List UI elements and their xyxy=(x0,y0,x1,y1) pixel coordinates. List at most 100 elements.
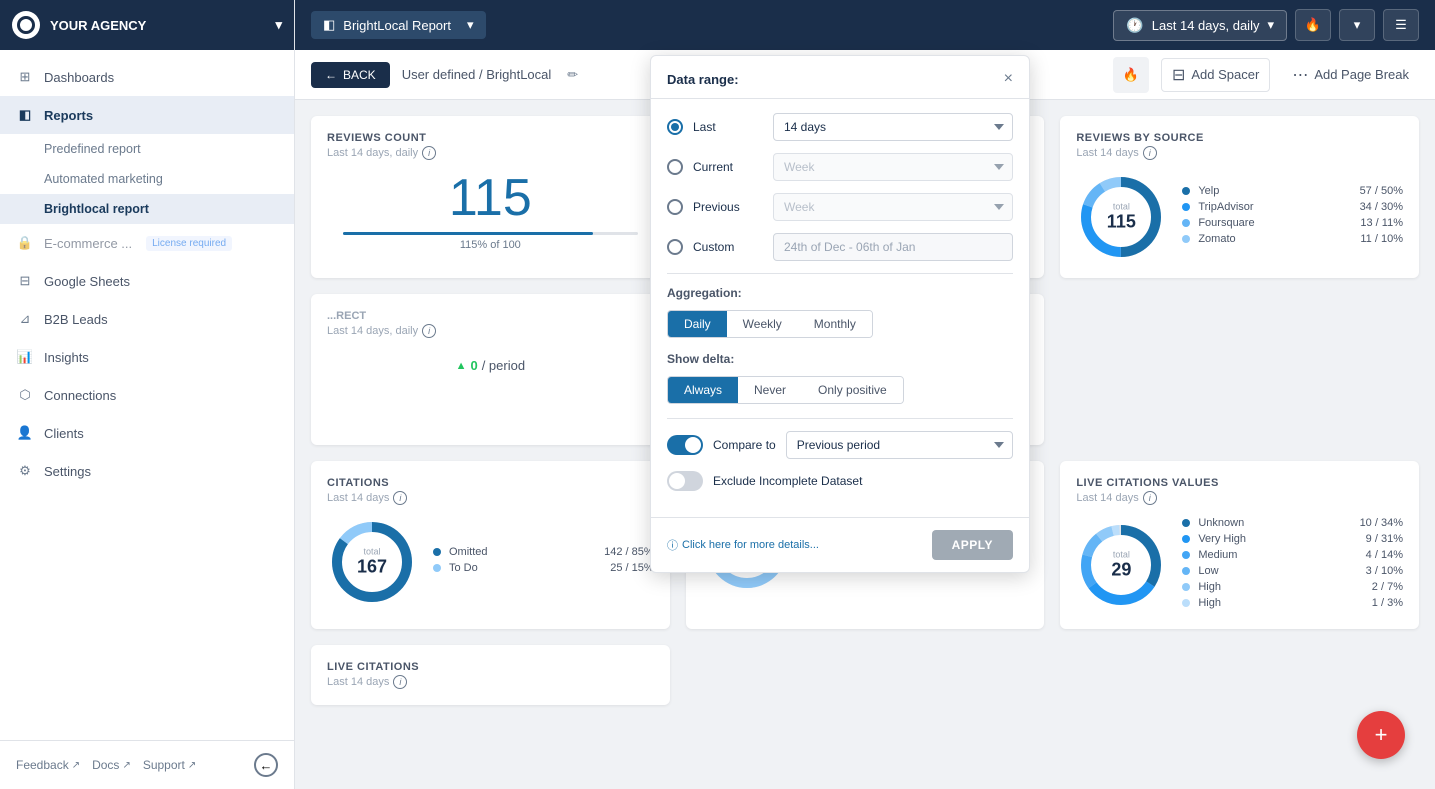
add-page-break-button[interactable]: ⋯ Add Page Break xyxy=(1282,59,1419,91)
external-link-icon: ↗ xyxy=(188,760,196,771)
sidebar-item-label: Connections xyxy=(44,388,116,403)
current-radio[interactable] xyxy=(667,159,683,175)
last-radio[interactable] xyxy=(667,119,683,135)
chevron-down-icon: ▾ xyxy=(467,17,474,33)
info-icon[interactable]: i xyxy=(422,146,436,160)
daily-button[interactable]: Daily xyxy=(668,311,727,337)
back-button[interactable]: ← BACK xyxy=(311,62,390,88)
last-value-select[interactable]: 14 days 7 days 30 days xyxy=(773,113,1013,141)
sidebar-item-connections[interactable]: ⬡ Connections xyxy=(0,376,294,414)
aggregation-toggle-group: Daily Weekly Monthly xyxy=(667,310,873,338)
report-action-button[interactable]: 🔥 xyxy=(1113,57,1149,93)
last-label: Last xyxy=(693,120,763,134)
donut-legend: Unknown 10 / 34% Very High 9 / 31% Mediu… xyxy=(1182,517,1403,613)
sidebar-item-clients[interactable]: 👤 Clients xyxy=(0,414,294,452)
previous-radio[interactable] xyxy=(667,199,683,215)
exclude-label: Exclude Incomplete Dataset xyxy=(713,474,862,488)
edit-icon[interactable]: ✏ xyxy=(567,67,578,83)
donut-container: total 29 Unknown 10 / 34% Very High 9 / … xyxy=(1076,517,1403,613)
current-label: Current xyxy=(693,160,763,174)
chart-icon: 📊 xyxy=(16,348,34,366)
fab-add-button[interactable]: + xyxy=(1357,711,1405,759)
legend-item: Zomato 11 / 10% xyxy=(1182,233,1403,245)
info-link-text: Click here for more details... xyxy=(682,539,819,551)
close-button[interactable]: × xyxy=(1004,70,1013,88)
date-range-selector[interactable]: 🕐 Last 14 days, daily ▾ xyxy=(1113,10,1287,41)
compare-to-row: Compare to Previous period Previous year xyxy=(667,431,1013,459)
always-button[interactable]: Always xyxy=(668,377,738,403)
sidebar-header: YOUR AGENCY ▾ xyxy=(0,0,294,50)
panel-header: Data range: × xyxy=(651,56,1029,99)
only-positive-button[interactable]: Only positive xyxy=(802,377,903,403)
donut-label: total 167 xyxy=(357,547,387,578)
compare-select[interactable]: Previous period Previous year xyxy=(786,431,1013,459)
sidebar-item-ecommerce[interactable]: 🔒 E-commerce ... License required xyxy=(0,224,294,262)
sidebar-subitem-automated[interactable]: Automated marketing xyxy=(0,164,294,194)
info-icon[interactable]: i xyxy=(393,491,407,505)
citations-period: ▲ 0 / period xyxy=(327,358,654,373)
panel-title: Data range: xyxy=(667,72,739,87)
monthly-button[interactable]: Monthly xyxy=(798,311,872,337)
sidebar-item-settings[interactable]: ⚙ Settings xyxy=(0,452,294,490)
exclude-toggle[interactable] xyxy=(667,471,703,491)
sub-topbar-actions: 🔥 ⊟ Add Spacer ⋯ Add Page Break xyxy=(1113,57,1419,93)
legend-item: To Do 25 / 15% xyxy=(433,562,654,574)
profile-button[interactable]: ← xyxy=(254,753,278,777)
sidebar-item-reports[interactable]: ◧ Reports xyxy=(0,96,294,134)
donut-legend: Omitted 142 / 85% To Do 25 / 15% xyxy=(433,546,654,578)
sidebar-item-label: Reports xyxy=(44,108,93,123)
previous-value-select[interactable]: Week Month xyxy=(773,193,1013,221)
date-range-label: Last 14 days, daily xyxy=(1152,18,1260,33)
custom-label: Custom xyxy=(693,240,763,254)
document-icon: ◧ xyxy=(16,106,34,124)
back-label: BACK xyxy=(343,68,376,82)
agency-selector[interactable]: YOUR AGENCY ▾ xyxy=(50,17,282,33)
add-spacer-label: Add Spacer xyxy=(1191,67,1259,82)
fire-icon: 🔥 xyxy=(1123,67,1139,83)
card-subtitle: Last 14 days i xyxy=(327,491,654,505)
report-name: BrightLocal Report xyxy=(343,18,451,33)
sidebar-subitem-label: Brightlocal report xyxy=(44,202,149,216)
info-icon[interactable]: i xyxy=(422,324,436,338)
info-icon[interactable]: i xyxy=(1143,491,1157,505)
agency-logo xyxy=(12,11,40,39)
custom-radio[interactable] xyxy=(667,239,683,255)
sidebar-footer: Feedback ↗ Docs ↗ Support ↗ ← xyxy=(0,740,294,789)
external-link-icon: ↗ xyxy=(72,760,80,771)
legend-item: Medium 4 / 14% xyxy=(1182,549,1403,561)
reviews-count-percent: 115% of 100 xyxy=(327,239,654,251)
flame-button[interactable]: 🔥 xyxy=(1295,9,1331,41)
apply-button[interactable]: APPLY xyxy=(932,530,1013,560)
sidebar-subitem-brightlocal[interactable]: Brightlocal report xyxy=(0,194,294,224)
info-icon[interactable]: i xyxy=(393,675,407,689)
report-selector[interactable]: ◧ BrightLocal Report ▾ xyxy=(311,11,486,39)
sidebar-subitem-predefined[interactable]: Predefined report xyxy=(0,134,294,164)
show-delta-section: Show delta: Always Never Only positive xyxy=(667,352,1013,404)
reviews-count-card: REVIEWS COUNT Last 14 days, daily i 115 … xyxy=(311,116,670,278)
custom-date-input[interactable]: 24th of Dec - 06th of Jan xyxy=(773,233,1013,261)
feedback-link[interactable]: Feedback ↗ xyxy=(16,753,80,777)
sidebar-item-insights[interactable]: 📊 Insights xyxy=(0,338,294,376)
topbar-chevron-button[interactable]: ▾ xyxy=(1339,9,1375,41)
weekly-button[interactable]: Weekly xyxy=(727,311,798,337)
sidebar-item-google-sheets[interactable]: ⊟ Google Sheets xyxy=(0,262,294,300)
sidebar-item-dashboards[interactable]: ⊞ Dashboards xyxy=(0,58,294,96)
docs-link[interactable]: Docs ↗ xyxy=(92,753,131,777)
add-spacer-button[interactable]: ⊟ Add Spacer xyxy=(1161,58,1270,92)
donut-container: total 115 Yelp 57 / 50% TripAdvisor 34 /… xyxy=(1076,172,1403,262)
compare-toggle[interactable] xyxy=(667,435,703,455)
reviews-count-value: 115 xyxy=(327,168,654,228)
delta-toggle-group: Always Never Only positive xyxy=(667,376,904,404)
license-badge: License required xyxy=(146,236,232,251)
info-link[interactable]: ⓘ Click here for more details... xyxy=(667,537,819,553)
support-link[interactable]: Support ↗ xyxy=(143,753,196,777)
menu-button[interactable]: ☰ xyxy=(1383,9,1419,41)
previous-option-row: Previous Week Month xyxy=(667,193,1013,221)
info-icon[interactable]: i xyxy=(1143,146,1157,160)
never-button[interactable]: Never xyxy=(738,377,802,403)
current-option-row: Current Week Month xyxy=(667,153,1013,181)
current-value-select[interactable]: Week Month xyxy=(773,153,1013,181)
sidebar-item-b2b-leads[interactable]: ⊿ B2B Leads xyxy=(0,300,294,338)
external-link-icon: ↗ xyxy=(122,760,130,771)
card-title: REVIEWS BY SOURCE xyxy=(1076,132,1403,144)
